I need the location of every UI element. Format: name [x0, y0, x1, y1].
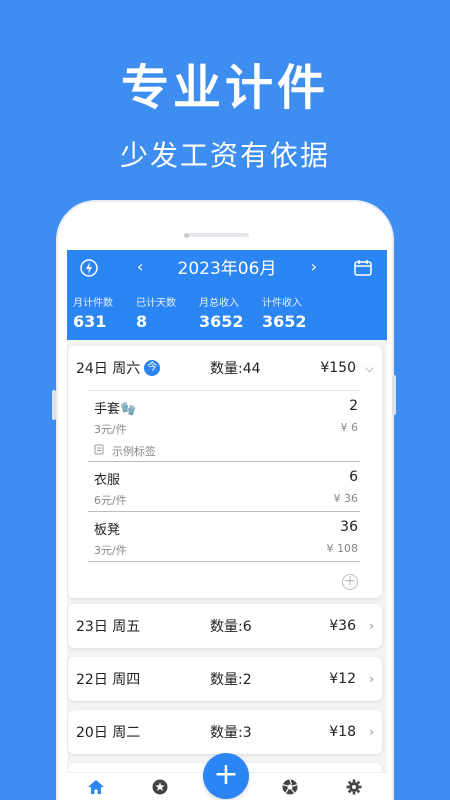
day-date: 23日 周五: [76, 619, 141, 635]
settings-icon[interactable]: [345, 778, 363, 796]
day-card[interactable]: 22日 周四 数量:2 ¥12 ›: [68, 657, 382, 701]
chevron-right-icon: ›: [369, 672, 374, 686]
month-label[interactable]: 2023年06月: [178, 254, 277, 279]
prev-month-arrow[interactable]: ‹: [137, 257, 143, 276]
day-date-text: 24日 周六: [76, 361, 141, 377]
star-icon[interactable]: [151, 778, 169, 796]
stat-monthly-income: 月总收入 3652: [199, 294, 244, 331]
day-header-row: 23日 周五 数量:6 ¥36 ›: [68, 604, 382, 648]
item-total: ¥ 108: [326, 542, 359, 555]
stat-piece-income: 计件收入 3652: [262, 294, 307, 331]
item-quantity: 2: [349, 398, 358, 414]
day-date: 20日 周二: [76, 725, 141, 741]
stat-value: 3652: [199, 312, 244, 331]
lightning-icon[interactable]: [78, 257, 100, 279]
chevron-down-icon[interactable]: ⌵: [365, 361, 374, 376]
item-quantity: 36: [340, 519, 358, 535]
day-amount: ¥18: [329, 724, 356, 740]
day-quantity: 数量:2: [210, 672, 252, 688]
item-name: 手套🧤: [94, 402, 137, 417]
calendar-icon[interactable]: [352, 257, 374, 279]
today-badge: 今: [144, 360, 161, 376]
day-card-expanded: 24日 周六 今 数量:44 ¥150 ⌵ 手套🧤 2 3元/件 ¥ 6 示例标…: [68, 346, 382, 598]
stat-label: 月总收入: [199, 298, 239, 309]
home-icon[interactable]: [87, 778, 105, 796]
day-header-row: 20日 周二 数量:3 ¥18 ›: [68, 710, 382, 754]
day-date: 24日 周六 今: [76, 358, 161, 378]
chevron-right-icon: ›: [369, 619, 374, 633]
stat-value: 631: [73, 312, 107, 331]
phone-side-button: [52, 390, 56, 420]
add-item-icon[interactable]: +: [342, 574, 358, 590]
promo-subtitle: 少发工资有依据: [119, 139, 330, 172]
item-quantity: 6: [349, 469, 358, 485]
stat-label: 已计天数: [136, 298, 176, 309]
item-total: ¥ 36: [333, 492, 359, 505]
item-unit-price: 3元/件: [94, 544, 127, 557]
divider: [88, 461, 360, 462]
aperture-icon[interactable]: [281, 778, 299, 796]
stat-label: 月计件数: [73, 298, 113, 309]
stat-days-counted: 已计天数 8: [136, 294, 176, 331]
day-header-row: 22日 周四 数量:2 ¥12 ›: [68, 657, 382, 701]
day-quantity: 数量:3: [210, 725, 252, 741]
piece-item[interactable]: 板凳 36 3元/件 ¥ 108: [88, 519, 360, 559]
divider: [88, 561, 360, 562]
phone-camera: [184, 233, 189, 238]
item-tag: 示例标签: [94, 443, 156, 459]
month-switcher: ‹ 2023年06月 ›: [137, 254, 317, 279]
day-card[interactable]: 20日 周二 数量:3 ¥18 ›: [68, 710, 382, 754]
day-card[interactable]: 23日 周五 数量:6 ¥36 ›: [68, 604, 382, 648]
stat-label: 计件收入: [262, 298, 302, 309]
phone-side-button: [392, 375, 396, 415]
promo-title: 专业计件: [120, 60, 329, 116]
day-header-row[interactable]: 24日 周六 今 数量:44 ¥150 ⌵: [68, 346, 382, 390]
day-amount: ¥150: [320, 360, 356, 376]
day-quantity: 数量:6: [210, 619, 252, 635]
item-name: 板凳: [94, 523, 121, 538]
phone-speaker: [185, 233, 249, 237]
stat-value: 8: [136, 312, 148, 331]
divider: [88, 390, 360, 391]
day-amount: ¥36: [329, 618, 356, 634]
stat-value: 3652: [262, 312, 307, 331]
tag-icon: [94, 444, 104, 458]
day-quantity: 数量:44: [210, 361, 261, 377]
item-total: ¥ 6: [340, 421, 359, 434]
piece-item[interactable]: 衣服 6 6元/件 ¥ 36: [88, 469, 360, 509]
app-screen: ‹ 2023年06月 › 月计件数 631 已计天数 8 月总收入 3652 计…: [67, 250, 387, 800]
chevron-right-icon: ›: [369, 725, 374, 739]
item-name: 衣服: [94, 473, 121, 488]
item-unit-price: 3元/件: [94, 423, 127, 436]
stat-monthly-pieces: 月计件数 631: [73, 294, 113, 331]
item-unit-price: 6元/件: [94, 494, 127, 507]
next-month-arrow[interactable]: ›: [311, 257, 317, 276]
item-tag-label: 示例标签: [112, 445, 156, 458]
day-amount: ¥12: [329, 671, 356, 687]
add-icon[interactable]: +: [203, 753, 249, 799]
divider: [88, 511, 360, 512]
day-date: 22日 周四: [76, 672, 141, 688]
piece-item[interactable]: 手套🧤 2 3元/件 ¥ 6 示例标签: [88, 398, 360, 460]
app-header: ‹ 2023年06月 › 月计件数 631 已计天数 8 月总收入 3652 计…: [67, 250, 387, 340]
